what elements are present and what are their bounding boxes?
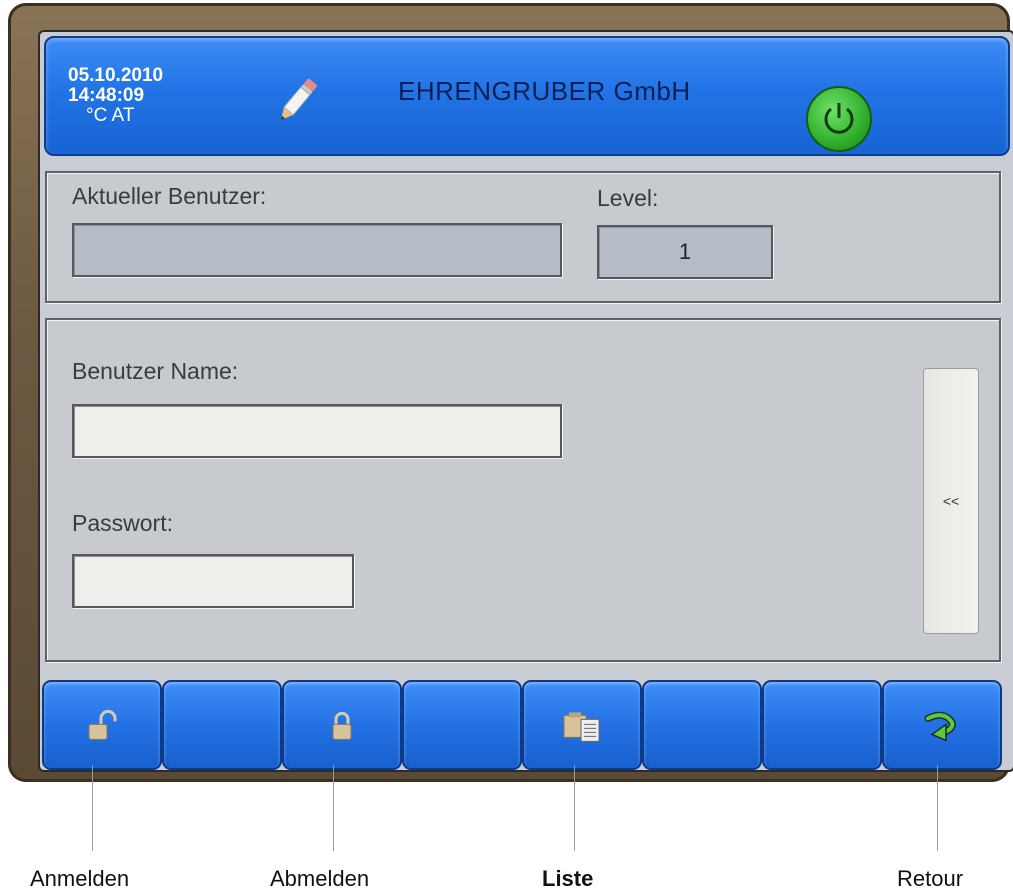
logout-button[interactable] — [282, 680, 402, 770]
callout-line-retour — [937, 765, 938, 851]
password-label: Passwort: — [72, 510, 173, 536]
callout-liste: Liste — [542, 866, 594, 891]
list-button[interactable] — [522, 680, 642, 770]
unit-text: °C AT — [86, 105, 135, 126]
return-button[interactable] — [882, 680, 1002, 770]
power-icon — [824, 103, 854, 134]
level-label: Level: — [597, 185, 659, 211]
username-input[interactable] — [72, 404, 562, 458]
callout-abmelden: Abmelden — [270, 866, 370, 891]
bottom-toolbar — [40, 672, 1009, 770]
callout-line-abmelden — [333, 765, 334, 851]
callout-line-anmelden — [92, 765, 93, 851]
power-button[interactable] — [806, 86, 872, 152]
callout-line-liste — [574, 765, 575, 851]
return-arrow-icon — [924, 711, 956, 742]
password-input[interactable] — [72, 554, 354, 608]
list-icon — [563, 712, 600, 742]
unlock-icon — [88, 709, 117, 740]
datetime-display: 05.10.2010 14:48:09 °C AT — [68, 66, 163, 126]
login-panel: Benutzer Name: Passwort: << — [45, 318, 1001, 662]
lock-icon — [332, 711, 352, 740]
current-user-field — [72, 223, 562, 277]
callout-anmelden: Anmelden — [30, 866, 130, 891]
callout-retour: Retour — [897, 866, 964, 891]
date-text: 05.10.2010 — [68, 65, 164, 86]
login-button[interactable] — [42, 680, 162, 770]
toolbar-button-4[interactable] — [402, 680, 522, 770]
toolbar-button-6[interactable] — [642, 680, 762, 770]
touch-screen: 05.10.2010 14:48:09 °C AT EHRENGRUBER Gm… — [38, 30, 1013, 772]
level-field: 1 — [597, 225, 773, 279]
toolbar-button-7[interactable] — [762, 680, 882, 770]
header-bar: 05.10.2010 14:48:09 °C AT EHRENGRUBER Gm… — [44, 36, 1010, 156]
expand-keyboard-button[interactable]: << — [923, 368, 979, 634]
time-text: 14:48:09 — [68, 85, 145, 106]
company-name: EHRENGRUBER GmbH — [398, 76, 691, 106]
current-user-panel: Aktueller Benutzer: Level: 1 — [45, 171, 1001, 303]
pencil-icon[interactable] — [274, 74, 320, 133]
current-user-label: Aktueller Benutzer: — [72, 183, 267, 209]
username-label: Benutzer Name: — [72, 358, 239, 384]
toolbar-button-2[interactable] — [162, 680, 282, 770]
